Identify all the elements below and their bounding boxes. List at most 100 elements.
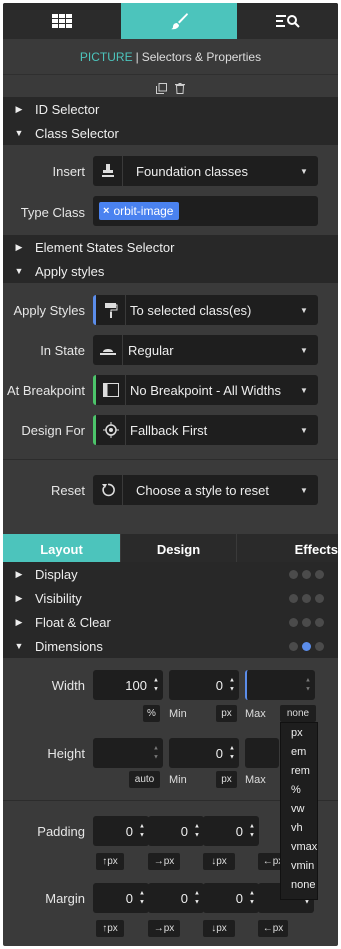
property-tabs: Layout Design Effects (3, 534, 338, 565)
max-width-input[interactable]: ▲ ▼ (245, 670, 315, 700)
padding-right-input[interactable]: 0 ▲ ▼ (148, 816, 204, 846)
group-display[interactable]: ▶ Display (3, 562, 338, 586)
min-height-input[interactable]: 0 ▲ ▼ (169, 738, 239, 768)
status-dots (289, 570, 324, 579)
design-for-label: Design For (21, 423, 85, 438)
stepper-icon[interactable]: ▲▼ (229, 678, 235, 693)
max-height-input[interactable] (245, 738, 279, 768)
apply-styles-label: Apply Styles (13, 303, 85, 318)
stepper-icon[interactable]: ▲▼ (229, 746, 235, 761)
margin-right-input[interactable]: 0 ▲ ▼ (148, 883, 204, 913)
padding-top-unit[interactable]: ↑px (96, 853, 124, 870)
group-dimensions[interactable]: ▼ Dimensions (3, 634, 338, 658)
dropdown-option[interactable]: % (281, 780, 317, 799)
min-unit[interactable]: px (216, 705, 237, 722)
dropdown-option[interactable]: vmin (281, 856, 317, 875)
caret-down-icon: ▼ (300, 166, 308, 176)
stepper-icon[interactable]: ▲▼ (153, 678, 159, 693)
stepper-icon[interactable]: ▲▼ (249, 824, 255, 839)
reset-label: Reset (51, 483, 85, 498)
stepper-icon[interactable]: ▲▼ (194, 824, 200, 839)
padding-top-input[interactable]: 0 ▲ ▼ (93, 816, 149, 846)
brush-icon (171, 13, 188, 30)
chevron-down-icon: ▼ (14, 266, 24, 276)
dropdown-option[interactable]: px (281, 723, 317, 742)
min-width-input[interactable]: 0 ▲ ▼ (169, 670, 239, 700)
dropdown-option[interactable]: vmax (281, 837, 317, 856)
reset-select[interactable]: Choose a style to reset ▼ (93, 475, 318, 505)
top-toolbar (3, 3, 338, 39)
dropdown-option[interactable]: rem (281, 761, 317, 780)
min-height-unit[interactable]: px (216, 771, 237, 788)
margin-top-input[interactable]: 0 ▲ ▼ (93, 883, 149, 913)
height-unit[interactable]: auto (129, 771, 160, 788)
insert-select[interactable]: Foundation classes ▼ (93, 156, 318, 186)
padding-right-unit[interactable]: →px (148, 853, 180, 870)
min-width-value: 0 (215, 677, 223, 693)
chevron-right-icon: ▶ (15, 592, 23, 603)
group-visibility[interactable]: ▶ Visibility (3, 586, 338, 610)
dropdown-option[interactable]: none (281, 875, 317, 894)
tab-navigator[interactable] (237, 3, 338, 39)
tab-design[interactable]: Design (120, 534, 236, 565)
copy-icon[interactable] (156, 82, 167, 94)
padding-label: Padding (37, 824, 85, 839)
height-input[interactable]: ▲ ▼ (93, 738, 163, 768)
section-title: Class Selector (35, 125, 119, 141)
group-title: Visibility (35, 590, 82, 606)
width-input[interactable]: 100 ▲ ▼ (93, 670, 163, 700)
section-apply-styles[interactable]: ▼ Apply styles (3, 259, 338, 283)
breakpoint-value: No Breakpoint - All Widths (130, 382, 282, 398)
stepper-icon[interactable]: ▲▼ (249, 891, 255, 906)
tab-effects[interactable]: Effects (236, 534, 338, 565)
section-element-states[interactable]: ▶ Element States Selector (3, 235, 338, 259)
in-state-select[interactable]: Regular ▼ (93, 335, 318, 365)
section-title: Apply styles (35, 263, 105, 279)
padding-bottom-unit[interactable]: ↓px (203, 853, 235, 870)
padding-top-value: 0 (125, 823, 133, 839)
status-dots (289, 594, 324, 603)
stepper-icon[interactable]: ▲▼ (139, 891, 145, 906)
roller-icon (96, 295, 126, 325)
trash-icon[interactable] (175, 82, 185, 94)
stamp-icon (93, 156, 123, 186)
margin-bottom-unit[interactable]: ↓px (203, 920, 235, 937)
design-for-select[interactable]: Fallback First ▼ (93, 415, 318, 445)
tab-styles[interactable] (121, 3, 237, 39)
tab-grid[interactable] (3, 3, 121, 39)
margin-left-unit[interactable]: ←px (258, 920, 288, 937)
section-id-selector[interactable]: ▶ ID Selector (3, 97, 338, 121)
mode-label: PICTURE (79, 49, 133, 64)
class-tag[interactable]: × orbit-image (99, 202, 180, 220)
tab-layout[interactable]: Layout (3, 534, 120, 565)
class-tag-label: orbit-image (113, 204, 174, 218)
stepper-icon[interactable]: ▲▼ (153, 746, 159, 761)
section-class-selector[interactable]: ▼ Class Selector (3, 121, 338, 145)
section-title: Element States Selector (35, 239, 175, 255)
stepper-icon[interactable]: ▲▼ (194, 891, 200, 906)
dropdown-option[interactable]: vw (281, 799, 317, 818)
caret-down-icon: ▼ (300, 385, 308, 395)
width-unit[interactable]: % (143, 705, 160, 722)
apply-styles-select[interactable]: To selected class(es) ▼ (93, 295, 318, 325)
padding-bottom-input[interactable]: 0 ▲ ▼ (203, 816, 259, 846)
in-state-label: In State (40, 343, 85, 358)
close-icon[interactable]: × (103, 205, 109, 217)
group-float-clear[interactable]: ▶ Float & Clear (3, 610, 338, 634)
breakpoint-select[interactable]: No Breakpoint - All Widths ▼ (93, 375, 318, 405)
margin-bottom-input[interactable]: 0 ▲ ▼ (203, 883, 259, 913)
chevron-right-icon: ▶ (15, 241, 23, 252)
stepper-icon[interactable]: ▲▼ (139, 824, 145, 839)
dropdown-option[interactable]: em (281, 742, 317, 761)
width-label: Width (51, 678, 85, 693)
max-label: Max (245, 708, 266, 720)
stepper-icon[interactable]: ▲▼ (305, 678, 311, 693)
margin-top-unit[interactable]: ↑px (96, 920, 124, 937)
dropdown-option[interactable]: vh (281, 818, 317, 837)
width-value: 100 (125, 677, 147, 693)
margin-right-unit[interactable]: →px (148, 920, 180, 937)
chevron-right-icon: ▶ (15, 103, 23, 114)
max-unit[interactable]: none (280, 705, 316, 722)
chevron-right-icon: ▶ (15, 616, 23, 627)
chevron-down-icon: ▼ (14, 128, 24, 138)
